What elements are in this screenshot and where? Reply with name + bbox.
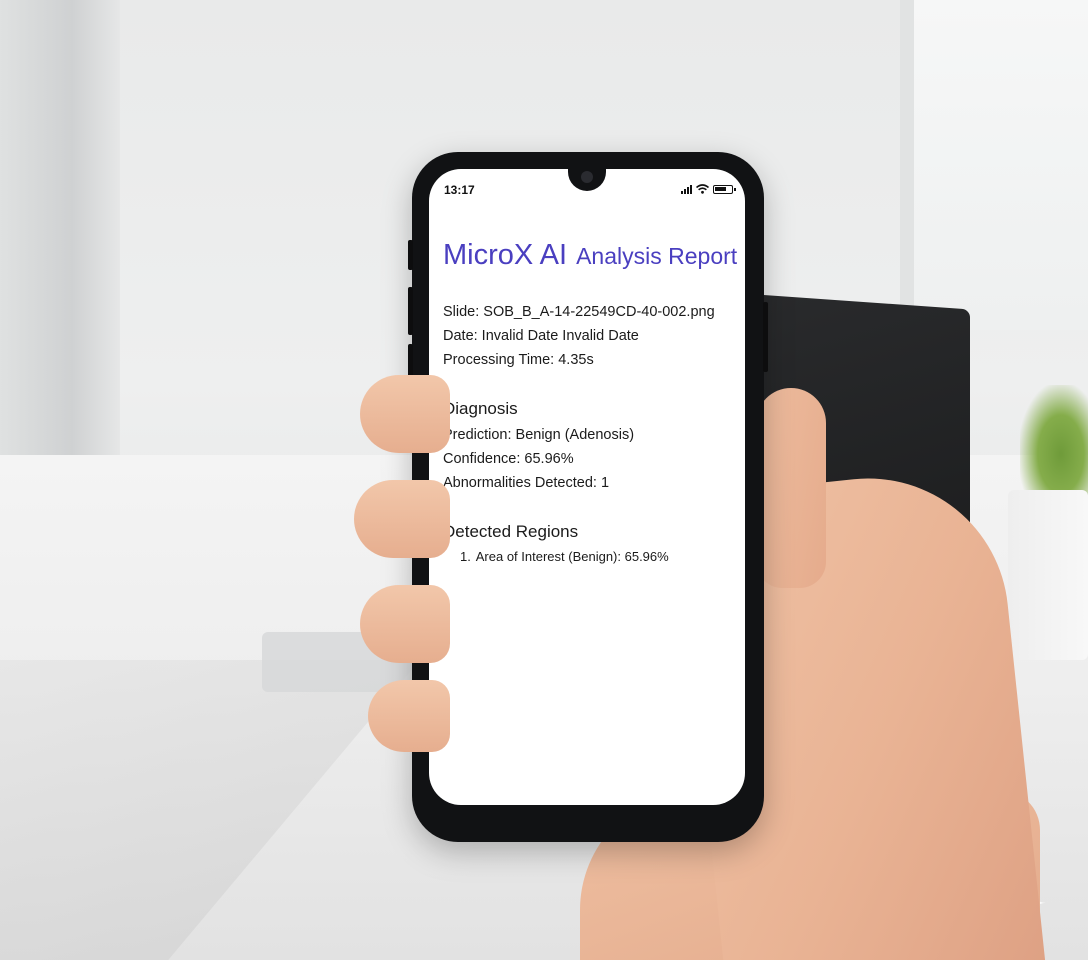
list-item-number: 1. bbox=[460, 549, 471, 564]
diagnosis-prediction: Prediction: Benign (Adenosis) bbox=[443, 427, 635, 443]
list-item-text: Area of Interest (Benign): 65.96% bbox=[475, 549, 669, 564]
report-title-brand: MicroX AI bbox=[443, 239, 568, 271]
analysis-report: MicroX AI Analysis Report Slide: SOB_B_A… bbox=[443, 239, 743, 566]
phone-side-button bbox=[408, 240, 413, 270]
status-time: 13:17 bbox=[444, 183, 475, 197]
phone-volume-down-button bbox=[408, 344, 413, 392]
detected-regions-list: 1. Area of Interest (Benign): 65.96% bbox=[443, 548, 743, 566]
diagnosis-section: Prediction: Benign (Adenosis) Confidence… bbox=[443, 423, 743, 495]
report-title-subtitle: Analysis Report bbox=[576, 243, 738, 269]
diagnosis-confidence: Confidence: 65.96% bbox=[443, 451, 574, 467]
phone-device: 13:17 MicroX AI Analysis Report Slide: S bbox=[408, 152, 768, 842]
diagnosis-heading: Diagnosis bbox=[443, 399, 518, 418]
report-title: MicroX AI Analysis Report bbox=[443, 239, 743, 272]
detected-regions-heading: Detected Regions bbox=[443, 522, 579, 541]
phone-volume-up-button bbox=[408, 287, 413, 335]
list-item: 1. Area of Interest (Benign): 65.96% bbox=[460, 548, 743, 566]
phone-power-button bbox=[763, 302, 768, 372]
background-wall bbox=[0, 0, 120, 500]
hand-thumb bbox=[756, 388, 826, 588]
report-metadata: Slide: SOB_B_A-14-22549CD-40-002.png Dat… bbox=[443, 300, 743, 372]
phone-screen: 13:17 MicroX AI Analysis Report Slide: S bbox=[429, 169, 745, 805]
status-icons bbox=[681, 184, 736, 194]
battery-icon bbox=[713, 184, 736, 194]
signal-icon bbox=[681, 184, 692, 194]
diagnosis-abnormalities: Abnormalities Detected: 1 bbox=[443, 475, 610, 491]
wifi-icon bbox=[696, 184, 709, 194]
background-window bbox=[900, 0, 1088, 330]
report-date: Date: Invalid Date Invalid Date bbox=[443, 328, 639, 344]
status-bar: 13:17 bbox=[429, 181, 745, 199]
processing-time: Processing Time: 4.35s bbox=[443, 352, 594, 368]
slide-filename: Slide: SOB_B_A-14-22549CD-40-002.png bbox=[443, 304, 715, 320]
